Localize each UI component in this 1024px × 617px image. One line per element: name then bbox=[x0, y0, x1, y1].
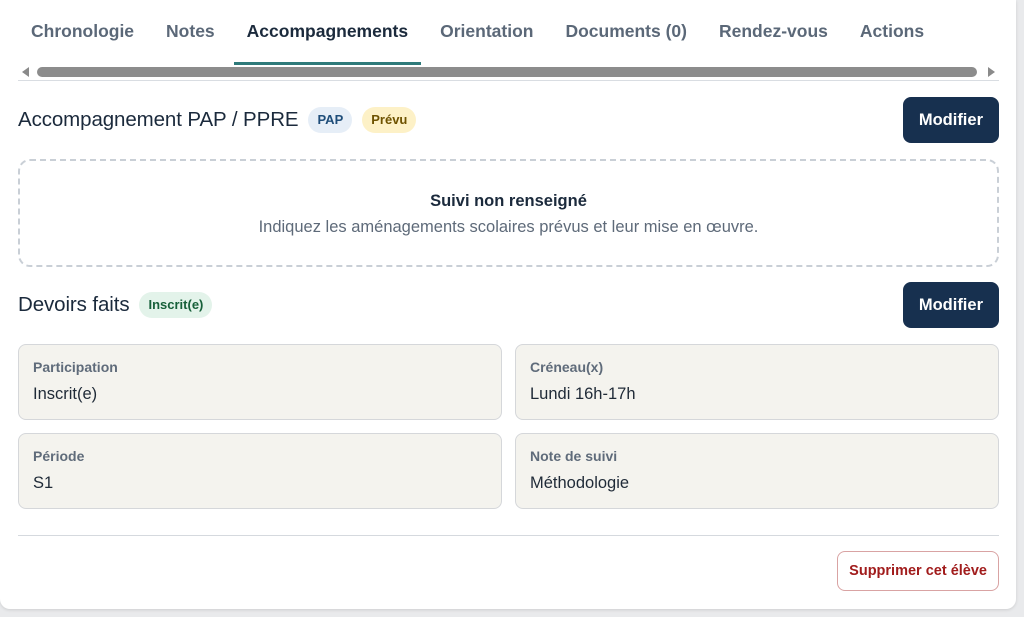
field-label: Période bbox=[33, 448, 85, 464]
field-label: Participation bbox=[33, 359, 118, 375]
delete-student-button[interactable]: Supprimer cet élève bbox=[837, 551, 999, 591]
tab-rendez-vous[interactable]: Rendez-vous bbox=[706, 0, 841, 65]
scrollbar-thumb[interactable] bbox=[37, 67, 977, 77]
devoirs-edit-button[interactable]: Modifier bbox=[902, 282, 999, 328]
pap-empty-title: Suivi non renseigné bbox=[430, 192, 587, 210]
tab-bar: Chronologie Notes Accompagnements Orient… bbox=[18, 0, 999, 65]
field-value: Lundi 16h-17h bbox=[530, 385, 636, 403]
scroll-left-arrow-icon[interactable] bbox=[22, 67, 29, 77]
tab-orientation[interactable]: Orientation bbox=[427, 0, 546, 65]
tab-actions[interactable]: Actions bbox=[847, 0, 937, 65]
devoirs-section-title: Devoirs faits bbox=[18, 293, 130, 316]
scroll-right-arrow-icon[interactable] bbox=[988, 67, 995, 77]
field-periode: Période S1 bbox=[18, 433, 502, 509]
pap-empty-state: Suivi non renseigné Indiquez les aménage… bbox=[18, 159, 999, 267]
field-label: Créneau(x) bbox=[530, 359, 604, 375]
pap-section-title: Accompagnement PAP / PPRE bbox=[18, 108, 299, 131]
pap-empty-description: Indiquez les aménagements scolaires prév… bbox=[258, 218, 759, 236]
pap-edit-button[interactable]: Modifier bbox=[902, 97, 999, 143]
field-creneaux: Créneau(x) Lundi 16h-17h bbox=[515, 344, 999, 420]
devoirs-status-badge: Inscrit(e) bbox=[139, 292, 213, 318]
field-label: Note de suivi bbox=[530, 448, 618, 464]
tab-notes[interactable]: Notes bbox=[153, 0, 228, 65]
field-note-de-suivi: Note de suivi Méthodologie bbox=[515, 433, 999, 509]
section-divider bbox=[18, 535, 999, 536]
field-value: Méthodologie bbox=[530, 474, 630, 492]
tab-documents[interactable]: Documents (0) bbox=[552, 0, 700, 65]
field-value: Inscrit(e) bbox=[33, 385, 98, 403]
tabs-scrollbar[interactable] bbox=[18, 65, 999, 81]
devoirs-fields-grid: Participation Inscrit(e) Créneau(x) Lund… bbox=[18, 344, 999, 509]
pap-type-badge: PAP bbox=[308, 107, 353, 133]
devoirs-section-header: Devoirs faits Inscrit(e) Modifier bbox=[18, 282, 999, 328]
tab-accompagnements[interactable]: Accompagnements bbox=[233, 0, 422, 65]
pap-status-badge: Prévu bbox=[362, 107, 417, 133]
field-participation: Participation Inscrit(e) bbox=[18, 344, 502, 420]
field-value: S1 bbox=[33, 474, 54, 492]
student-panel: Chronologie Notes Accompagnements Orient… bbox=[0, 0, 1016, 609]
tab-chronologie[interactable]: Chronologie bbox=[18, 0, 147, 65]
pap-section-header: Accompagnement PAP / PPRE PAP Prévu Modi… bbox=[18, 97, 999, 143]
